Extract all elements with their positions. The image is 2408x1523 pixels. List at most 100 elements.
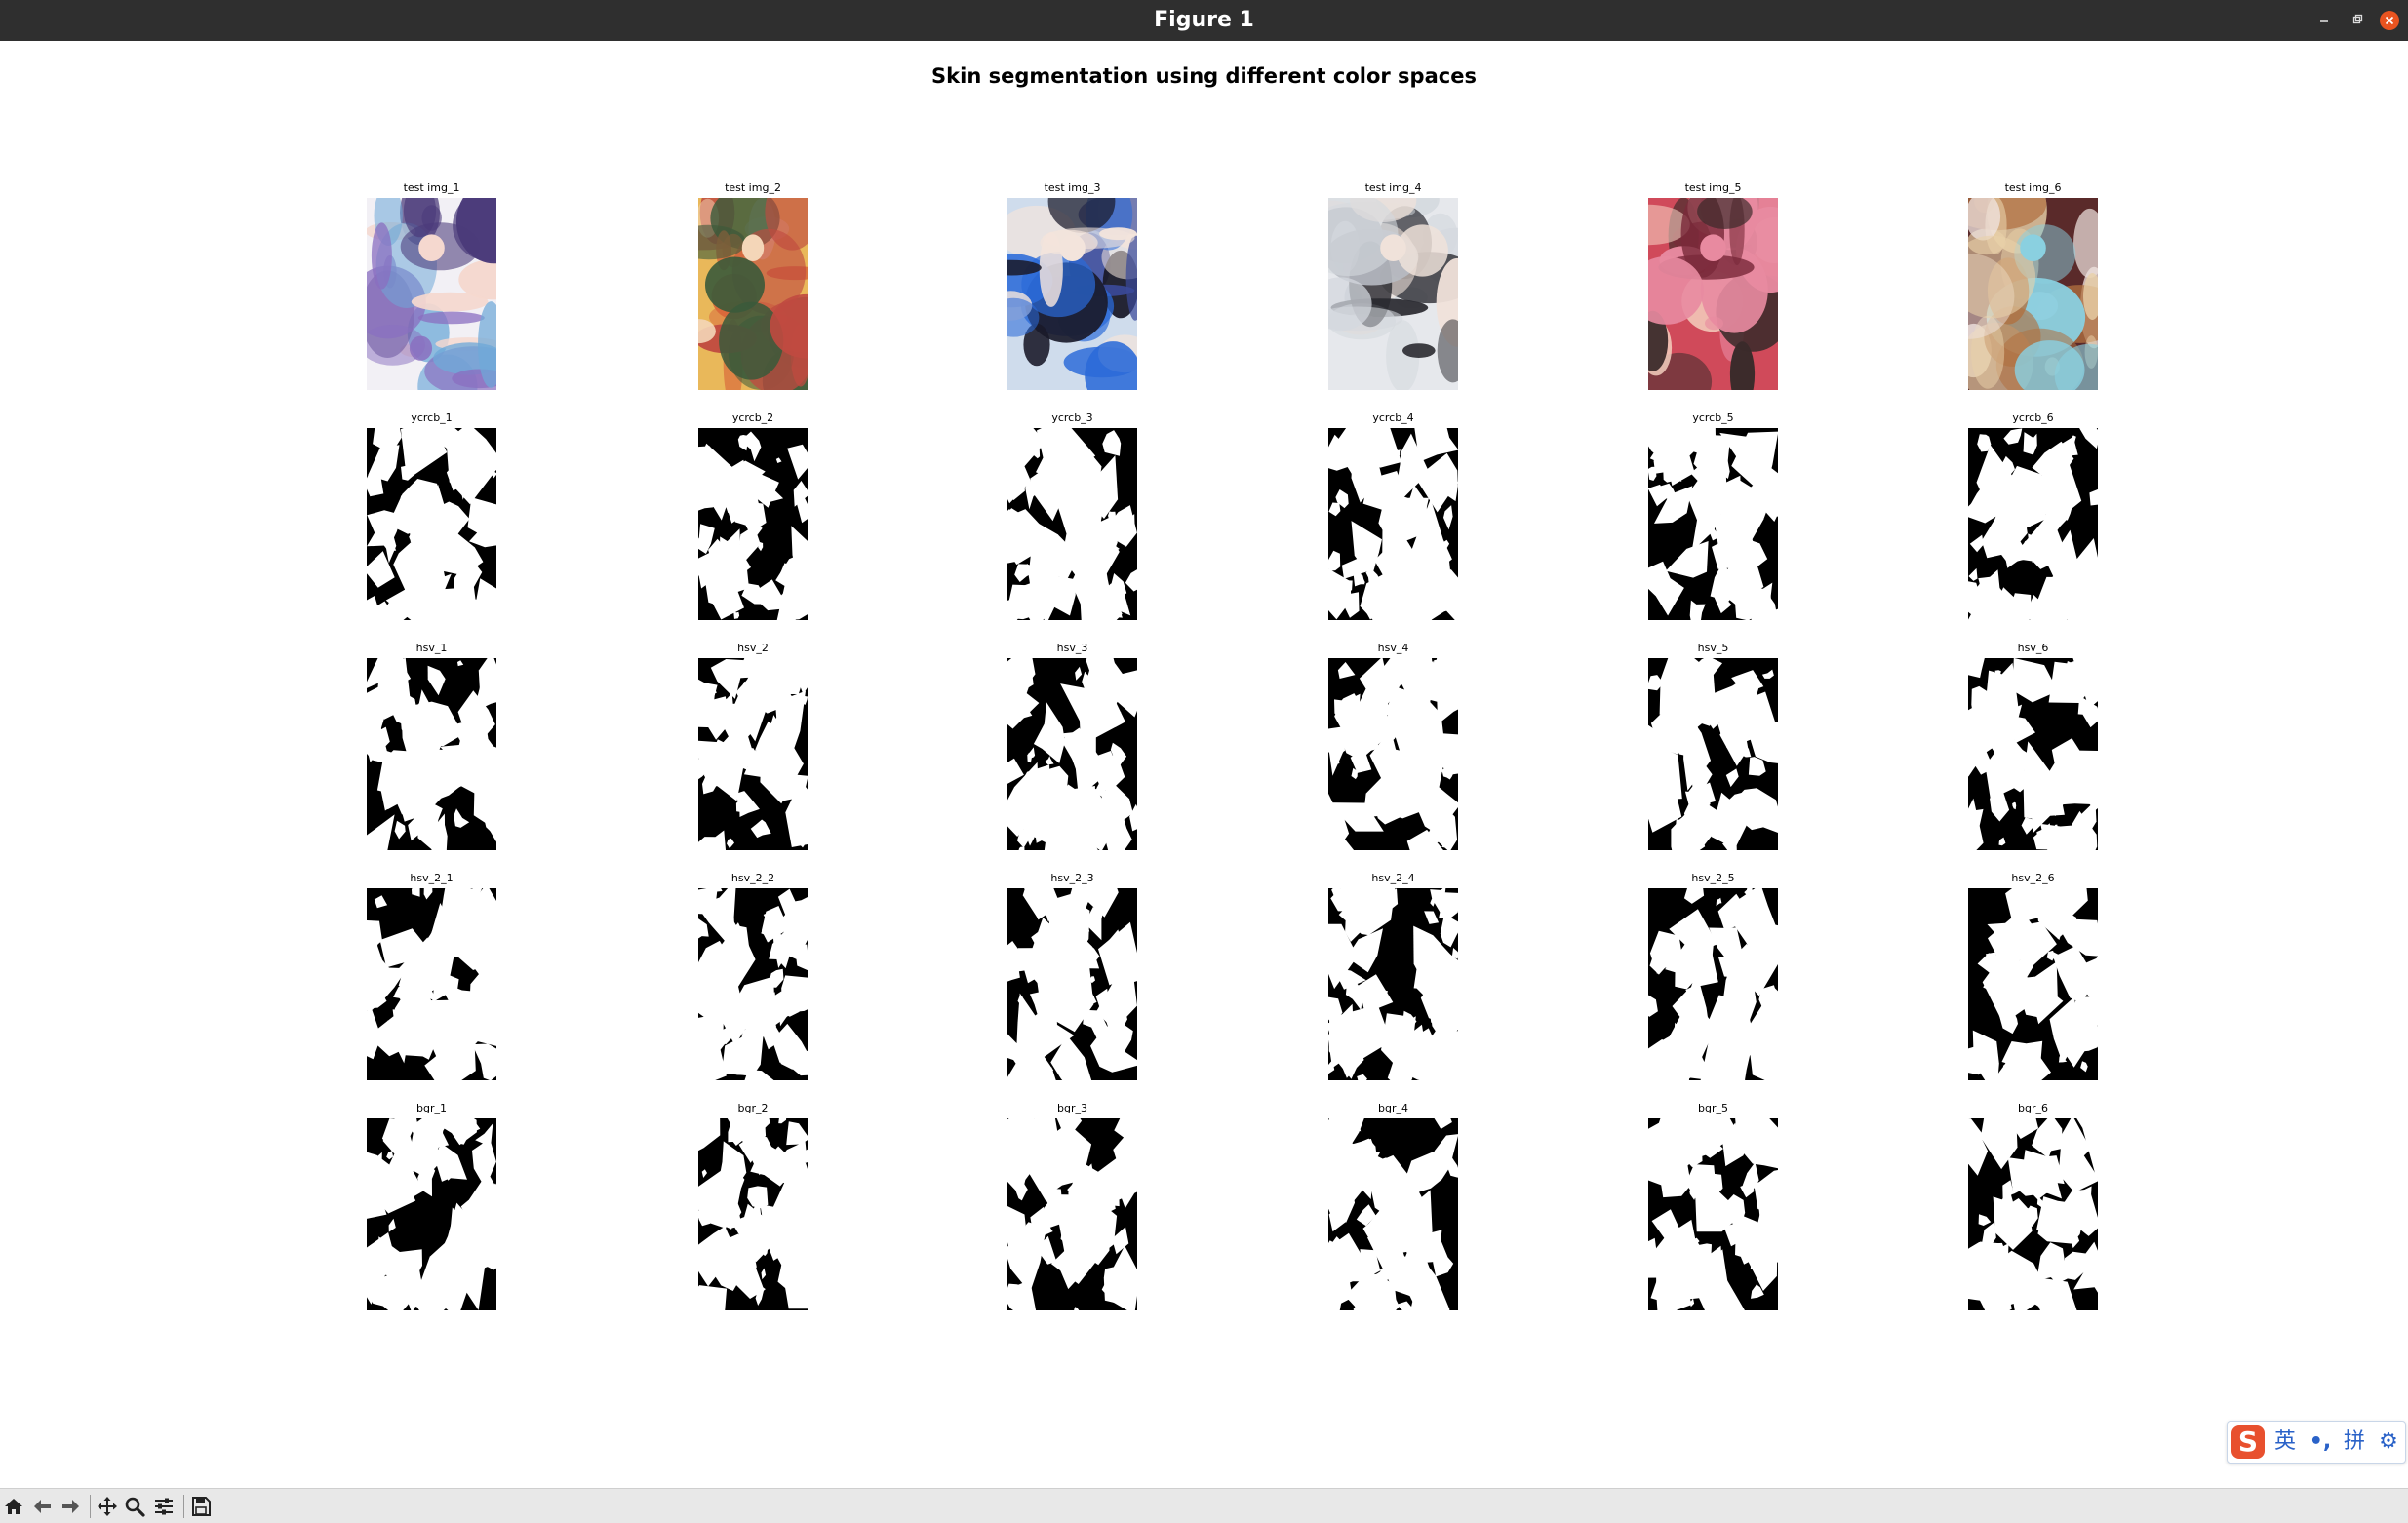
mask-image: [1007, 888, 1137, 1080]
subplot-mask: hsv_2_5: [1648, 871, 1778, 1080]
subplot-title: ycrcb_2: [731, 411, 774, 424]
home-icon[interactable]: [2, 1495, 25, 1518]
subplot-title: bgr_5: [1698, 1102, 1728, 1114]
window-title: Figure 1: [1154, 8, 1254, 32]
subplot-title: hsv_3: [1056, 642, 1088, 654]
back-icon[interactable]: [31, 1495, 55, 1518]
subplot-axes: [1328, 888, 1458, 1080]
subplot-mask: hsv_6: [1968, 641, 2098, 850]
minimize-icon[interactable]: [2313, 10, 2335, 31]
photo-image: [1648, 198, 1778, 390]
subplot-mask: hsv_2_1: [367, 871, 496, 1080]
mask-image: [1968, 888, 2098, 1080]
subplot-title: ycrcb_4: [1372, 411, 1414, 424]
configure-subplots-icon[interactable]: [152, 1495, 176, 1518]
subplot-mask: hsv_2_6: [1968, 871, 2098, 1080]
subplot-mask: ycrcb_4: [1328, 410, 1458, 620]
subplot-axes: [1007, 428, 1137, 620]
subplot-title: hsv_4: [1377, 642, 1409, 654]
subplot-mask: hsv_2_3: [1007, 871, 1137, 1080]
mask-image: [1648, 1118, 1778, 1310]
subplot-axes: [698, 888, 808, 1080]
subplot-photo: test img_6: [1968, 180, 2098, 390]
subplot-photo: test img_3: [1007, 180, 1137, 390]
figure-canvas[interactable]: Skin segmentation using different color …: [0, 41, 2408, 1488]
subplot-mask: hsv_1: [367, 641, 496, 850]
subplot-axes: [1648, 428, 1778, 620]
subplot-title: bgr_1: [416, 1102, 447, 1114]
close-icon[interactable]: [2379, 10, 2400, 31]
subplot-mask: bgr_1: [367, 1101, 496, 1310]
subplot-axes: [367, 198, 496, 390]
mask-image: [1328, 428, 1458, 620]
subplot-mask: bgr_6: [1968, 1101, 2098, 1310]
subplot-title: ycrcb_5: [1692, 411, 1734, 424]
ime-punctuation-toggle[interactable]: •,: [2306, 1425, 2335, 1459]
subplot-title: ycrcb_6: [2012, 411, 2054, 424]
subplot-axes: [698, 428, 808, 620]
subplot-axes: [1328, 658, 1458, 850]
ime-settings-icon[interactable]: ⚙: [2374, 1425, 2403, 1459]
subplot-mask: hsv_5: [1648, 641, 1778, 850]
subplot-title: hsv_2: [737, 642, 769, 654]
subplot-title: hsv_2_2: [730, 872, 775, 884]
subplot-axes: [1968, 888, 2098, 1080]
forward-icon[interactable]: [59, 1495, 82, 1518]
mask-image: [1648, 428, 1778, 620]
sogou-logo-icon[interactable]: S: [2231, 1425, 2265, 1459]
save-icon[interactable]: [189, 1495, 213, 1518]
window-titlebar[interactable]: Figure 1: [0, 0, 2408, 41]
subplot-title: test img_6: [2004, 181, 2062, 194]
subplot-title: hsv_2_3: [1050, 872, 1094, 884]
subplot-mask: hsv_4: [1328, 641, 1458, 850]
subplot-axes: [1007, 888, 1137, 1080]
mask-image: [1328, 888, 1458, 1080]
mask-image: [367, 658, 496, 850]
subplot-photo: test img_2: [698, 180, 808, 390]
photo-image: [1328, 198, 1458, 390]
subplot-mask: hsv_2_2: [698, 871, 808, 1080]
zoom-icon[interactable]: [123, 1495, 146, 1518]
subplot-axes: [1328, 428, 1458, 620]
mask-image: [1328, 658, 1458, 850]
subplot-axes: [1328, 198, 1458, 390]
subplot-title: hsv_2_6: [2011, 872, 2055, 884]
subplot-title: ycrcb_3: [1051, 411, 1093, 424]
subplot-axes: [698, 658, 808, 850]
mask-image: [1648, 888, 1778, 1080]
subplot-title: hsv_6: [2017, 642, 2049, 654]
subplot-axes: [1648, 658, 1778, 850]
subplot-mask: bgr_3: [1007, 1101, 1137, 1310]
navigation-toolbar: [0, 1488, 2408, 1523]
ime-language-toggle[interactable]: 英: [2270, 1425, 2300, 1459]
subplot-title: hsv_1: [415, 642, 448, 654]
subplot-title: test img_4: [1364, 181, 1422, 194]
subplot-photo: test img_4: [1328, 180, 1458, 390]
mask-image: [698, 658, 808, 850]
subplot-title: bgr_2: [737, 1102, 769, 1114]
subplot-title: test img_1: [403, 181, 460, 194]
ime-pinyin-toggle[interactable]: 拼: [2337, 1425, 2372, 1459]
subplot-axes: [367, 658, 496, 850]
subplot-mask: hsv_3: [1007, 641, 1137, 850]
subplot-title: ycrcb_1: [411, 411, 453, 424]
mask-image: [1968, 428, 2098, 620]
pan-icon[interactable]: [96, 1495, 119, 1518]
subplot-mask: ycrcb_2: [698, 410, 808, 620]
mask-image: [367, 1118, 496, 1310]
subplot-axes: [1648, 1118, 1778, 1310]
ime-status-widget[interactable]: S 英 •, 拼 ⚙: [2227, 1421, 2406, 1464]
subplot-axes: [1968, 658, 2098, 850]
subplot-title: bgr_4: [1378, 1102, 1408, 1114]
subplot-mask: hsv_2_4: [1328, 871, 1458, 1080]
mask-image: [698, 428, 808, 620]
subplot-axes: [367, 1118, 496, 1310]
subplot-axes: [367, 428, 496, 620]
maximize-icon[interactable]: [2347, 10, 2368, 31]
subplot-mask: ycrcb_6: [1968, 410, 2098, 620]
subplot-axes: [698, 198, 808, 390]
subplot-mask: ycrcb_5: [1648, 410, 1778, 620]
mask-image: [367, 428, 496, 620]
subplot-axes: [1328, 1118, 1458, 1310]
subplot-axes: [1968, 428, 2098, 620]
